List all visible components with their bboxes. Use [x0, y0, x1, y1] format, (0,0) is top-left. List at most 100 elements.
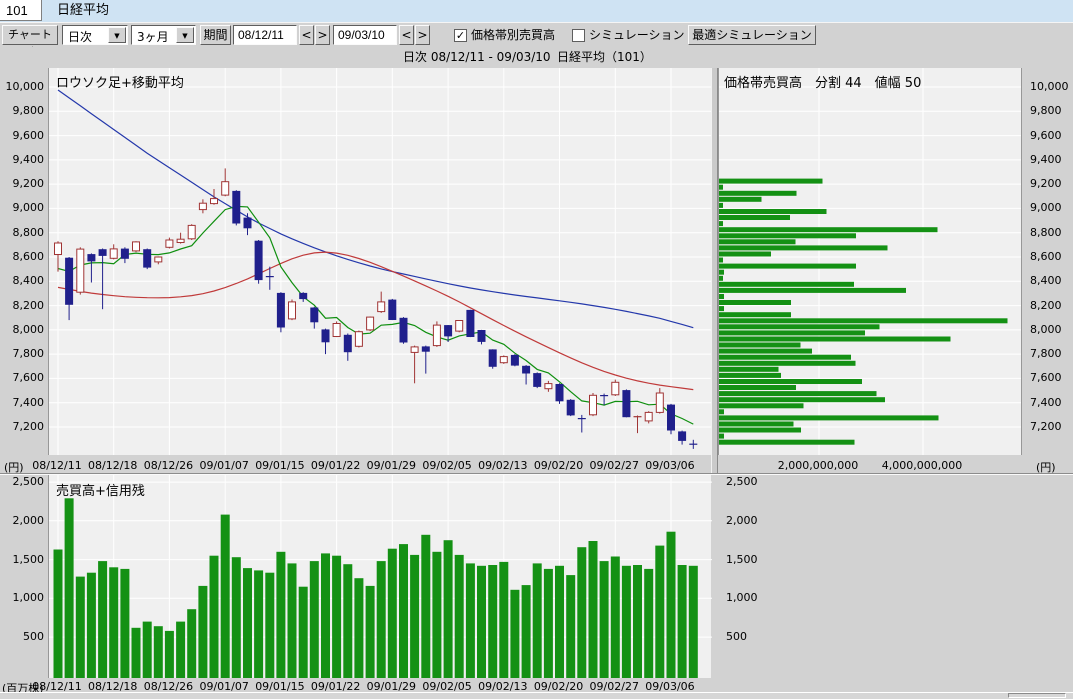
chart-select-button[interactable]: チャート選択	[2, 25, 58, 45]
date-to-input[interactable]	[333, 25, 397, 45]
date-to-prev-button[interactable]: <	[399, 25, 414, 45]
date-from-input[interactable]	[233, 25, 297, 45]
date-tick-label-main: 09/03/06	[640, 459, 700, 472]
volume-by-price-svg	[719, 68, 1021, 455]
panel-splitter[interactable]	[711, 68, 718, 474]
price-tick-label-left: 8,400	[0, 274, 44, 287]
price-tick-label-right: 9,000	[1030, 201, 1073, 214]
volume-tick-label-left: 2,000	[0, 514, 44, 527]
price-tick-label-left: 9,200	[0, 177, 44, 190]
date-tick-label-main: 08/12/18	[83, 459, 143, 472]
date-tick-label-main: 09/02/13	[473, 459, 533, 472]
optimal-simulation-button[interactable]: 最適シミュレーション	[688, 25, 816, 45]
frequency-select[interactable]: 日次 ▼	[62, 25, 128, 45]
price-tick-label-right: 9,200	[1030, 177, 1073, 190]
volume-tick-label-left: 2,500	[0, 475, 44, 488]
toolbar: チャート選択 日次 ▼ 3ヶ月 ▼ 期間 < > < > ✓ 価格帯別売買高 シ…	[0, 22, 1073, 48]
date-tick-label-volume: 09/03/06	[640, 680, 700, 693]
date-tick-label-volume: 09/01/15	[250, 680, 310, 693]
price-tick-label-left: 7,600	[0, 371, 44, 384]
price-tick-label-left: 8,200	[0, 299, 44, 312]
main-chart-title: ロウソク足+移動平均	[56, 72, 184, 91]
price-tick-label-right: 9,400	[1030, 153, 1073, 166]
volume-tick-label-left: 1,000	[0, 591, 44, 604]
candlestick-chart-plot[interactable]: ロウソク足+移動平均	[48, 68, 711, 455]
volume-tick-label-left: 500	[0, 630, 44, 643]
date-tick-label-volume: 09/02/27	[584, 680, 644, 693]
span-select[interactable]: 3ヶ月 ▼	[131, 25, 196, 45]
chevron-down-icon[interactable]: ▼	[108, 27, 126, 43]
date-tick-label-main: 08/12/11	[27, 459, 87, 472]
vbp-title: 価格帯売買高 分割 44 値幅 50	[724, 72, 921, 91]
date-tick-label-main: 08/12/26	[138, 459, 198, 472]
price-tick-label-left: 7,800	[0, 347, 44, 360]
date-tick-label-volume: 08/12/18	[83, 680, 143, 693]
volume-chart-svg	[49, 475, 712, 678]
span-value: 3ヶ月	[137, 28, 169, 45]
price-tick-label-left: 9,800	[0, 104, 44, 117]
chart-application-window: { "titlebar": { "code": "101", "title": …	[0, 0, 1073, 699]
simulation-checkbox-label[interactable]: シミュレーション	[589, 23, 685, 48]
price-tick-label-right: 8,600	[1030, 250, 1073, 263]
price-tick-label-left: 7,200	[0, 420, 44, 433]
price-tick-label-right: 8,200	[1030, 299, 1073, 312]
vbp-checkbox[interactable]: ✓	[454, 29, 467, 42]
price-tick-label-right: 7,200	[1030, 420, 1073, 433]
date-tick-label-main: 09/01/07	[194, 459, 254, 472]
date-tick-label-main: 09/01/15	[250, 459, 310, 472]
volume-tick-label-right: 1,000	[726, 591, 770, 604]
price-tick-label-left: 9,000	[0, 201, 44, 214]
info-instrument: 日経平均（101）	[557, 47, 652, 67]
price-tick-label-right: 8,400	[1030, 274, 1073, 287]
volume-by-price-plot[interactable]: 価格帯売買高 分割 44 値幅 50	[718, 68, 1022, 455]
price-tick-label-right: 8,800	[1030, 226, 1073, 239]
vbp-amount-tick-label: 2,000,000,000	[763, 459, 873, 472]
price-tick-label-left: 10,000	[0, 80, 44, 93]
date-tick-label-volume: 08/12/11	[27, 680, 87, 693]
price-tick-label-right: 7,400	[1030, 396, 1073, 409]
date-tick-label-volume: 09/02/20	[529, 680, 589, 693]
date-tick-label-volume: 09/01/07	[194, 680, 254, 693]
date-tick-label-volume: 09/01/22	[306, 680, 366, 693]
volume-tick-label-left: 1,500	[0, 553, 44, 566]
price-tick-label-left: 9,600	[0, 129, 44, 142]
date-tick-label-main: 09/02/20	[529, 459, 589, 472]
date-from-prev-button[interactable]: <	[299, 25, 314, 45]
volume-chart-title: 売買高+信用残	[56, 480, 145, 499]
date-tick-label-main: 09/01/22	[306, 459, 366, 472]
volume-tick-label-right: 1,500	[726, 553, 770, 566]
simulation-checkbox[interactable]	[572, 29, 585, 42]
date-tick-label-volume: 09/01/29	[361, 680, 421, 693]
price-tick-label-right: 8,000	[1030, 323, 1073, 336]
frequency-value: 日次	[68, 28, 92, 45]
volume-tick-label-right: 500	[726, 630, 770, 643]
vbp-checkbox-label[interactable]: 価格帯別売買高	[471, 23, 555, 48]
period-button[interactable]: 期間	[200, 25, 231, 45]
price-tick-label-right: 9,800	[1030, 104, 1073, 117]
check-icon: ✓	[456, 29, 465, 42]
date-tick-label-volume: 09/02/05	[417, 680, 477, 693]
info-bar: 日次 08/12/11 - 09/03/10 日経平均（101）	[0, 47, 1073, 67]
price-tick-label-right: 7,600	[1030, 371, 1073, 384]
info-range: 日次 08/12/11 - 09/03/10	[403, 47, 551, 67]
chevron-down-icon[interactable]: ▼	[176, 27, 194, 43]
date-tick-label-main: 09/01/29	[361, 459, 421, 472]
price-tick-label-right: 7,800	[1030, 347, 1073, 360]
vbp-amount-tick-label: 4,000,000,000	[867, 459, 977, 472]
titlebar: 日経平均	[0, 0, 1073, 23]
volume-chart-plot[interactable]: 売買高+信用残	[48, 475, 711, 678]
price-tick-label-left: 8,800	[0, 226, 44, 239]
volume-tick-label-right: 2,000	[726, 514, 770, 527]
status-bar-segment	[1008, 693, 1066, 698]
status-bar	[0, 692, 1073, 699]
price-tick-label-right: 10,000	[1030, 80, 1073, 93]
price-tick-label-left: 7,400	[0, 396, 44, 409]
price-tick-label-left: 9,400	[0, 153, 44, 166]
price-tick-label-right: 9,600	[1030, 129, 1073, 142]
instrument-title: 日経平均	[57, 0, 109, 22]
date-to-next-button[interactable]: >	[415, 25, 430, 45]
symbol-code-input[interactable]	[0, 0, 42, 21]
candlestick-chart-svg	[49, 68, 712, 455]
date-from-next-button[interactable]: >	[315, 25, 330, 45]
date-tick-label-volume: 09/02/13	[473, 680, 533, 693]
